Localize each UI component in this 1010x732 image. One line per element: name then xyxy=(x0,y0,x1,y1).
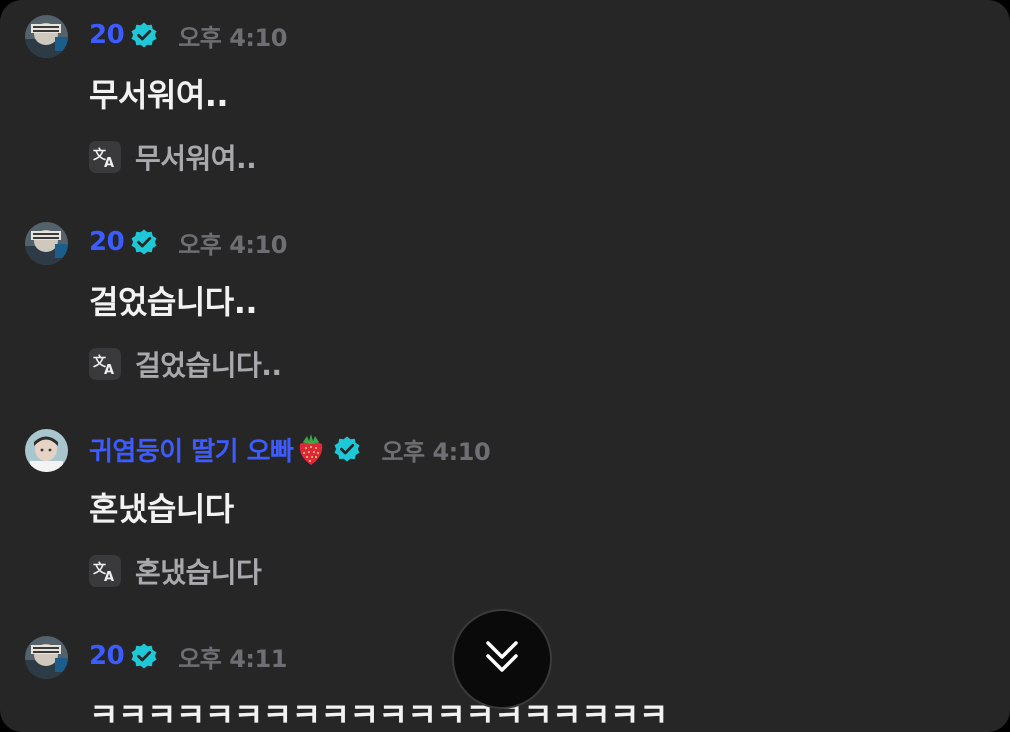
avatar[interactable] xyxy=(25,636,68,679)
timestamp: 오후 4:10 xyxy=(178,230,287,259)
timestamp: 오후 4:11 xyxy=(178,644,287,673)
translation-text: 혼냈습니다 xyxy=(135,556,262,589)
verified-badge-icon xyxy=(130,228,158,256)
timestamp: 오후 4:10 xyxy=(178,23,287,52)
avatar[interactable] xyxy=(25,429,68,472)
translate-icon: 文 A xyxy=(89,141,121,173)
translation-text: 걸었습니다.. xyxy=(135,349,282,382)
translation-row: 文 A 걸었습니다.. xyxy=(89,346,282,382)
author-name[interactable]: 20 xyxy=(89,641,125,671)
chat-panel: 20 오후 4:10 무서워여.. 文 A 무서워여.. 20 오후 4:10 … xyxy=(0,0,1010,732)
verified-badge-icon xyxy=(130,642,158,670)
message-text: 걸었습니다.. xyxy=(89,283,258,321)
verified-badge-icon xyxy=(130,21,158,49)
timestamp: 오후 4:10 xyxy=(381,437,491,466)
translation-row: 文 A 무서워여.. xyxy=(89,139,257,175)
double-chevron-down-icon xyxy=(482,637,522,681)
message-text: 무서워여.. xyxy=(89,76,229,114)
translate-icon: 文 A xyxy=(89,348,121,380)
svg-text:A: A xyxy=(104,156,114,170)
message-text: ㅋㅋㅋㅋㅋㅋㅋㅋㅋㅋㅋㅋㅋㅋㅋㅋㅋㅋㅋㅋ xyxy=(89,696,668,732)
message-header: 귀염둥이 딸기 오빠 오후 4:10 xyxy=(89,431,491,468)
svg-text:A: A xyxy=(104,363,114,377)
message-text: 혼냈습니다 xyxy=(89,490,234,528)
author-name[interactable]: 20 xyxy=(89,227,125,257)
avatar[interactable] xyxy=(25,222,68,265)
message-header: 20 오후 4:10 xyxy=(89,17,287,53)
svg-text:A: A xyxy=(104,570,114,584)
author-name[interactable]: 귀염둥이 딸기 오빠 xyxy=(89,431,294,468)
message-header: 20 오후 4:10 xyxy=(89,224,287,260)
translate-icon: 文 A xyxy=(89,555,121,587)
author-name[interactable]: 20 xyxy=(89,20,125,50)
message-header: 20 오후 4:11 xyxy=(89,638,287,674)
translation-row: 文 A 혼냈습니다 xyxy=(89,553,262,589)
scroll-to-bottom-button[interactable] xyxy=(452,609,552,709)
verified-badge-icon xyxy=(333,435,361,463)
avatar[interactable] xyxy=(25,15,68,58)
strawberry-icon xyxy=(295,432,327,466)
translation-text: 무서워여.. xyxy=(135,142,257,175)
